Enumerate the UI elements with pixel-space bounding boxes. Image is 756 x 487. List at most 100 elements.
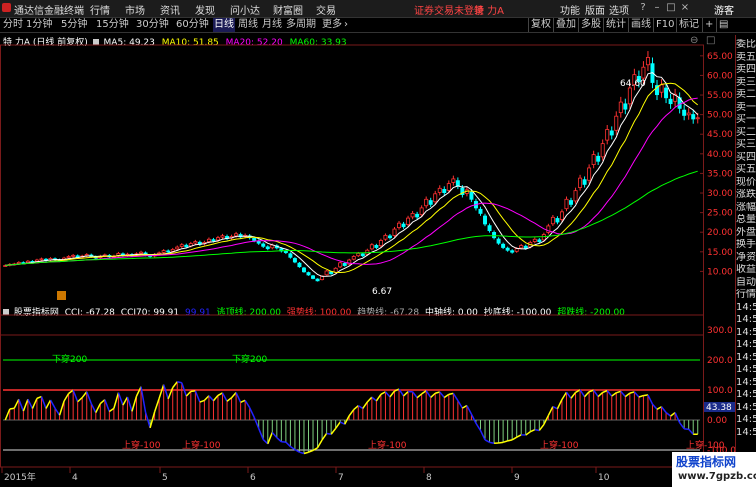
cci-line-segment (40, 396, 47, 409)
diejia-button[interactable]: 叠加 (553, 18, 578, 32)
candle-body (659, 84, 664, 93)
menu-gongneng[interactable]: 功能 (560, 2, 580, 17)
cci-line-segment (643, 394, 649, 397)
cci-line-segment (611, 392, 617, 397)
cci-line-segment (498, 441, 504, 444)
kline-chart[interactable]: 65.0060.0055.0050.0045.0040.0035.0030.00… (0, 33, 735, 485)
close-icon[interactable]: × (680, 0, 690, 16)
cci-line-segment (679, 422, 685, 430)
cci-line-segment (457, 400, 464, 409)
help-icon[interactable]: ? (638, 0, 648, 16)
menu-wenxiaoda[interactable]: 问小达 (230, 2, 260, 17)
zoom-in-icon[interactable]: + (702, 18, 715, 32)
menu-faxian[interactable]: 发现 (195, 2, 215, 17)
guest-user[interactable]: 游客 (714, 2, 734, 17)
fuquan-button[interactable]: 复权 (528, 18, 553, 32)
cci-line-segment (81, 391, 88, 399)
cci-line-segment (629, 391, 635, 394)
candle-body (691, 114, 696, 120)
candle-body (591, 154, 596, 166)
candle-body (682, 109, 687, 116)
biaoji-button[interactable]: 标记 (676, 18, 701, 32)
candle-body (324, 270, 329, 276)
cci-line-segment (104, 399, 111, 412)
cci-line-segment (597, 391, 604, 398)
cci-line-segment (113, 392, 120, 409)
candle-body (569, 200, 573, 205)
cci-indicator: 下穿200 下穿200上穿-100 上穿-100 上穿-100 上穿-100 上穿-100 (3, 353, 725, 455)
duogu-button[interactable]: 多股 (578, 18, 603, 32)
candle-body (301, 267, 306, 273)
date-axis: 2015年 4 5 6 7 8 9 10 (1, 467, 610, 483)
more-chevron-icon[interactable]: › (344, 18, 348, 32)
candle-body (383, 234, 388, 240)
menu-jiaoyi[interactable]: 交易 (316, 2, 336, 17)
menu-xuanxiang[interactable]: 选项 (609, 2, 629, 17)
candle-body (596, 155, 601, 162)
candle-body (510, 250, 515, 253)
candle-body (265, 246, 270, 250)
cci-line-segment (162, 384, 169, 400)
tab-period-daily[interactable]: 日线 (213, 18, 235, 32)
date-tick-label: 4 (72, 473, 78, 483)
cci-line-segment (412, 391, 418, 399)
cci-line-segment (466, 405, 473, 415)
cci-line-segment (199, 399, 205, 403)
cci-line-segment (321, 433, 328, 441)
cci-line-segment (362, 401, 368, 409)
cci-line-segment (507, 439, 513, 442)
cci-line-segment (674, 412, 681, 423)
menu-hangqing[interactable]: 行情 (90, 2, 110, 17)
price-tick-label: 35.00 (707, 169, 733, 179)
candle-body (641, 66, 646, 79)
cci-line-segment (108, 407, 115, 413)
tab-period-60min[interactable]: 60分钟 (176, 18, 209, 32)
cci-line-segment (561, 391, 568, 400)
candle-body (401, 223, 406, 228)
menu-zixun[interactable]: 资讯 (160, 2, 180, 17)
f10-button[interactable]: F10 (653, 18, 676, 32)
tab-period-30min[interactable]: 30分钟 (136, 18, 169, 32)
menu-banmian[interactable]: 版面 (585, 2, 605, 17)
cci-signal-label: 上穿-100 (540, 439, 579, 451)
cci-line-segment (638, 394, 644, 398)
cci-line-segment (49, 399, 56, 409)
layout-icon[interactable]: ▤ (716, 18, 730, 32)
cci-line-segment (479, 430, 486, 441)
app-logo-icon (2, 3, 11, 12)
cci-line-segment (95, 403, 101, 413)
date-tick-label: 9 (514, 473, 520, 483)
low-label: 6.67 (372, 287, 392, 297)
tab-period-5min[interactable]: 5分钟 (61, 18, 87, 32)
menu-caifuquan[interactable]: 财富圈 (273, 2, 303, 17)
candle-body (166, 250, 171, 253)
tab-period-more[interactable]: 更多 (322, 18, 342, 32)
menu-shichang[interactable]: 市场 (125, 2, 145, 17)
title-bar: 通达信金融终端 行情 市场 资讯 发现 问小达 财富圈 交易 证券交易未登录 特… (0, 0, 756, 18)
minimize-icon[interactable]: – (652, 0, 662, 16)
tongji-button[interactable]: 统计 (603, 18, 628, 32)
tab-period-fenshi[interactable]: 分时 (3, 18, 23, 32)
tab-period-multi[interactable]: 多周期 (286, 18, 316, 32)
tab-period-monthly[interactable]: 月线 (262, 18, 282, 32)
cci-line-segment (489, 441, 495, 445)
cci-line-segment (375, 393, 382, 402)
cci-line-segment (371, 396, 377, 402)
tab-period-1min[interactable]: 1分钟 (26, 18, 52, 32)
price-tick-label: 60.00 (707, 71, 733, 81)
candle-body (288, 253, 293, 258)
tab-period-weekly[interactable]: 周线 (238, 18, 258, 32)
cci-line-segment (203, 395, 210, 401)
rights-marker-icon[interactable] (57, 291, 66, 300)
side-panel-label: 换手 (736, 239, 756, 250)
huaxian-button[interactable]: 画线 (628, 18, 653, 32)
cci-line-segment (470, 413, 477, 424)
candle-body (179, 244, 184, 247)
cci-line-segment (262, 439, 269, 445)
candle-body (582, 179, 587, 185)
cci-line-segment (153, 398, 160, 413)
period-toolbar: 分时 1分钟 5分钟 15分钟 30分钟 60分钟 日线 周线 月线 多周期 更… (0, 18, 756, 33)
maximize-icon[interactable]: □ (666, 0, 676, 16)
cci-line-segment (380, 391, 386, 395)
tab-period-15min[interactable]: 15分钟 (96, 18, 129, 32)
